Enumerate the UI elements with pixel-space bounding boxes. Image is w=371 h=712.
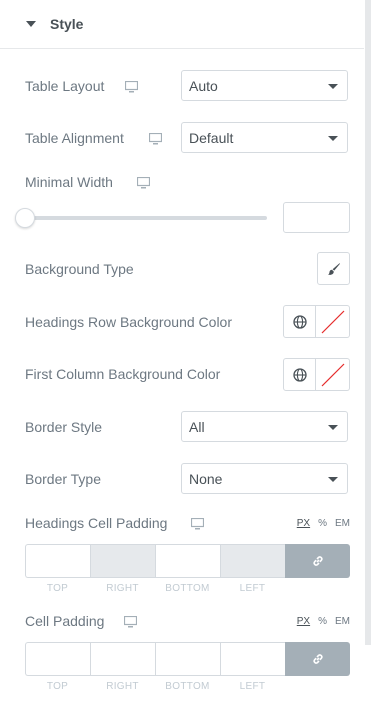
caret-down-icon xyxy=(26,21,36,27)
scrollbar[interactable] xyxy=(365,0,371,645)
label-left: LEFT xyxy=(239,583,266,594)
padding-left-input[interactable] xyxy=(220,642,285,676)
dimensions-inputs xyxy=(25,544,350,578)
label-right: RIGHT xyxy=(106,583,139,594)
table-layout-select[interactable]: Auto xyxy=(181,70,348,101)
minimal-width-slider[interactable] xyxy=(15,208,267,228)
minimal-width-input[interactable] xyxy=(283,202,350,233)
section-title: Style xyxy=(50,16,84,32)
unit-percent[interactable]: % xyxy=(318,616,327,627)
background-type-button[interactable] xyxy=(317,252,350,285)
link-values-button[interactable] xyxy=(285,544,350,578)
chevron-down-icon xyxy=(328,84,338,89)
padding-top-input[interactable] xyxy=(25,544,90,578)
background-type-control: Background Type xyxy=(25,252,350,285)
table-alignment-select[interactable]: Default xyxy=(181,122,348,153)
border-type-label: Border Type xyxy=(25,471,102,487)
link-icon xyxy=(312,654,323,664)
global-colors-button[interactable] xyxy=(283,305,316,338)
slider-handle[interactable] xyxy=(15,208,35,228)
globe-icon xyxy=(292,314,307,329)
padding-top-input[interactable] xyxy=(25,642,90,676)
label-top: TOP xyxy=(46,681,69,692)
headings-cell-padding-control: Headings Cell Padding PX % EM TOP RIGHT … xyxy=(25,515,350,595)
headings-cell-padding-label: Headings Cell Padding xyxy=(25,515,168,531)
monitor-icon[interactable] xyxy=(137,177,150,189)
unit-percent[interactable]: % xyxy=(318,518,327,529)
headings-row-bg-label: Headings Row Background Color xyxy=(25,314,232,330)
cell-padding-label: Cell Padding xyxy=(25,613,105,629)
border-type-select[interactable]: None xyxy=(181,463,348,494)
chevron-down-icon xyxy=(328,136,338,141)
chevron-down-icon xyxy=(328,425,338,430)
table-layout-label: Table Layout xyxy=(25,78,105,94)
padding-bottom-input[interactable] xyxy=(155,544,220,578)
dimension-labels: TOP RIGHT BOTTOM LEFT xyxy=(25,583,285,594)
label-bottom: BOTTOM xyxy=(165,681,210,692)
brush-icon xyxy=(327,262,340,275)
monitor-icon[interactable] xyxy=(191,518,204,530)
border-style-label: Border Style xyxy=(25,419,103,435)
first-column-bg-label: First Column Background Color xyxy=(25,366,221,382)
first-column-bg-control: First Column Background Color xyxy=(25,358,350,391)
link-values-button[interactable] xyxy=(285,642,350,676)
first-column-bg-picker xyxy=(283,358,350,391)
unit-em[interactable]: EM xyxy=(335,518,350,529)
label-top: TOP xyxy=(46,583,69,594)
unit-px[interactable]: PX xyxy=(297,616,310,627)
color-swatch-button[interactable] xyxy=(316,305,350,338)
padding-right-input[interactable] xyxy=(90,642,155,676)
dimensions-inputs xyxy=(25,642,350,676)
headings-row-bg-picker xyxy=(283,305,350,338)
link-icon xyxy=(312,556,323,566)
monitor-icon[interactable] xyxy=(124,616,137,628)
table-alignment-label: Table Alignment xyxy=(25,130,124,146)
label-right: RIGHT xyxy=(106,681,139,692)
monitor-icon[interactable] xyxy=(149,133,162,145)
no-color-icon xyxy=(320,309,345,334)
color-swatch-button[interactable] xyxy=(316,358,350,391)
monitor-icon[interactable] xyxy=(125,81,138,93)
label-left: LEFT xyxy=(239,681,266,692)
headings-row-bg-control: Headings Row Background Color xyxy=(25,305,350,338)
background-type-label: Background Type xyxy=(25,261,134,277)
unit-selector: PX % EM xyxy=(297,616,350,627)
no-color-icon xyxy=(320,362,345,387)
unit-px[interactable]: PX xyxy=(297,518,310,529)
unit-selector: PX % EM xyxy=(297,518,350,529)
border-style-select[interactable]: All xyxy=(181,411,348,442)
padding-left-input[interactable] xyxy=(220,544,285,578)
globe-icon xyxy=(292,367,307,382)
label-bottom: BOTTOM xyxy=(165,583,210,594)
border-type-control: Border Type None xyxy=(25,463,350,496)
chevron-down-icon xyxy=(328,477,338,482)
minimal-width-label: Minimal Width xyxy=(25,174,113,190)
border-style-control: Border Style All xyxy=(25,411,350,444)
table-alignment-control: Table Alignment Default xyxy=(25,122,350,155)
dimension-labels: TOP RIGHT BOTTOM LEFT xyxy=(25,681,285,692)
cell-padding-control: Cell Padding PX % EM TOP RIGHT BOTTOM LE… xyxy=(25,613,350,693)
global-colors-button[interactable] xyxy=(283,358,316,391)
unit-em[interactable]: EM xyxy=(335,616,350,627)
padding-bottom-input[interactable] xyxy=(155,642,220,676)
section-header-style[interactable]: Style xyxy=(0,0,364,49)
table-layout-control: Table Layout Auto xyxy=(25,70,350,103)
padding-right-input[interactable] xyxy=(90,544,155,578)
